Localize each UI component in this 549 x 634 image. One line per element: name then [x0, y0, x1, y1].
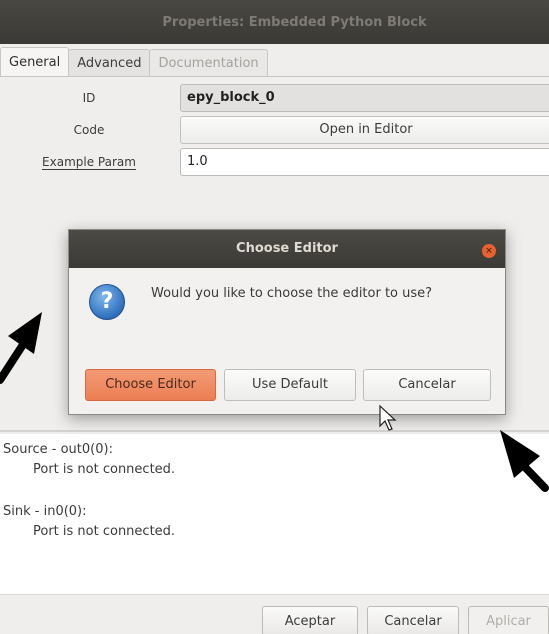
- sink-port-heading: Sink - in0(0):: [3, 504, 87, 519]
- sink-port-status: Port is not connected.: [33, 524, 176, 539]
- button-bar: Aceptar Cancelar Aplicar: [0, 594, 549, 634]
- param-label-code: Code: [73, 123, 105, 137]
- param-label-example: Example Param: [0, 155, 178, 170]
- question-icon: ?: [89, 284, 125, 320]
- param-label-example-text: Example Param: [42, 155, 136, 170]
- param-row-code: Code Open in Editor: [0, 116, 549, 146]
- title-bar[interactable]: Properties: Embedded Python Block: [0, 0, 549, 44]
- tab-divider: [0, 76, 549, 77]
- tab-general[interactable]: General: [0, 47, 70, 77]
- example-param-field[interactable]: 1.0: [180, 148, 549, 176]
- tab-documentation: Documentation: [149, 49, 268, 77]
- tab-bar: General Advanced Documentation: [0, 47, 268, 77]
- param-row-example: Example Param 1.0: [0, 148, 549, 178]
- param-row-id: ID epy_block_0: [0, 84, 549, 114]
- dialog-title: Choose Editor: [69, 230, 505, 268]
- window-title: Properties: Embedded Python Block: [162, 14, 427, 30]
- choose-editor-button[interactable]: Choose Editor: [85, 369, 216, 401]
- pane-separator[interactable]: [0, 430, 549, 432]
- use-default-button[interactable]: Use Default: [224, 369, 356, 401]
- param-label-id: ID: [82, 91, 96, 105]
- choose-editor-dialog: Choose Editor × ? Would you like to choo…: [68, 229, 506, 415]
- source-port-status: Port is not connected.: [33, 462, 176, 477]
- apply-button: Aplicar: [468, 606, 549, 634]
- ports-panel: Source - out0(0): Port is not connected.…: [0, 434, 549, 594]
- dialog-message: Would you like to choose the editor to u…: [151, 286, 433, 301]
- accept-button[interactable]: Aceptar: [262, 606, 358, 634]
- close-icon[interactable]: ×: [482, 244, 496, 258]
- open-in-editor-button[interactable]: Open in Editor: [180, 116, 549, 144]
- tab-advanced[interactable]: Advanced: [68, 49, 151, 77]
- dialog-cancel-button[interactable]: Cancelar: [363, 369, 491, 401]
- id-field[interactable]: epy_block_0: [180, 84, 549, 112]
- cancel-button[interactable]: Cancelar: [367, 606, 459, 634]
- source-port-heading: Source - out0(0):: [3, 442, 113, 457]
